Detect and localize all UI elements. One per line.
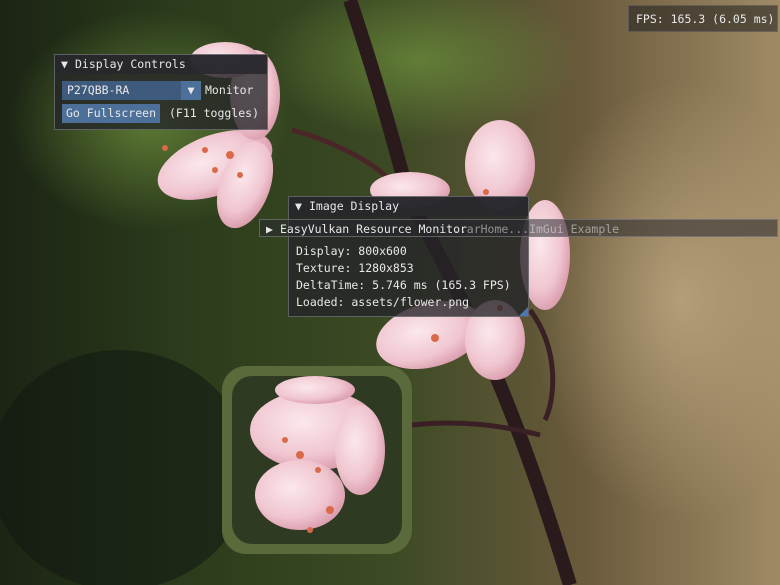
triangle-down-icon[interactable]: ▼ bbox=[295, 197, 309, 216]
loaded-file-text: Loaded: assets/flower.png bbox=[296, 295, 470, 309]
monitor-label: Monitor bbox=[205, 83, 254, 97]
texture-size-text: Texture: 1280x853 bbox=[296, 261, 414, 275]
image-display-title: Image Display bbox=[309, 199, 400, 213]
monitor-select-value: P27QBB-RA bbox=[67, 83, 130, 97]
display-controls-window[interactable]: ▼ Display Controls P27QBB-RA ▼ Monitor Go… bbox=[54, 54, 268, 130]
go-fullscreen-button[interactable]: Go Fullscreen bbox=[62, 104, 161, 123]
display-controls-title: Display Controls bbox=[75, 57, 186, 71]
background-window-title-ghost: ...arHome...ImGui Example bbox=[446, 222, 620, 236]
display-size-text: Display: 800x600 bbox=[296, 244, 407, 258]
image-display-window[interactable]: ▼ Image Display Display: 800x600 Texture:… bbox=[288, 196, 529, 317]
triangle-right-icon[interactable]: ▶ bbox=[266, 220, 280, 238]
fps-overlay: FPS: 165.3 (6.05 ms) bbox=[628, 5, 778, 32]
fullscreen-hint: (F11 toggles) bbox=[169, 106, 260, 120]
image-display-titlebar[interactable]: ▼ Image Display bbox=[289, 197, 528, 216]
resource-monitor-title: EasyVulkan Resource Monitor bbox=[280, 222, 467, 236]
delta-time-text: DeltaTime: 5.746 ms (165.3 FPS) bbox=[296, 278, 511, 292]
display-controls-titlebar[interactable]: ▼ Display Controls bbox=[55, 55, 267, 74]
monitor-select[interactable]: P27QBB-RA bbox=[62, 81, 200, 100]
resource-monitor-window[interactable]: ▶ EasyVulkan Resource Monitor ...arHome..… bbox=[259, 219, 778, 237]
resize-grip[interactable] bbox=[519, 307, 528, 316]
triangle-down-icon[interactable]: ▼ bbox=[61, 55, 75, 74]
chevron-down-icon[interactable]: ▼ bbox=[181, 81, 201, 100]
fps-text: FPS: 165.3 (6.05 ms) bbox=[636, 12, 775, 26]
